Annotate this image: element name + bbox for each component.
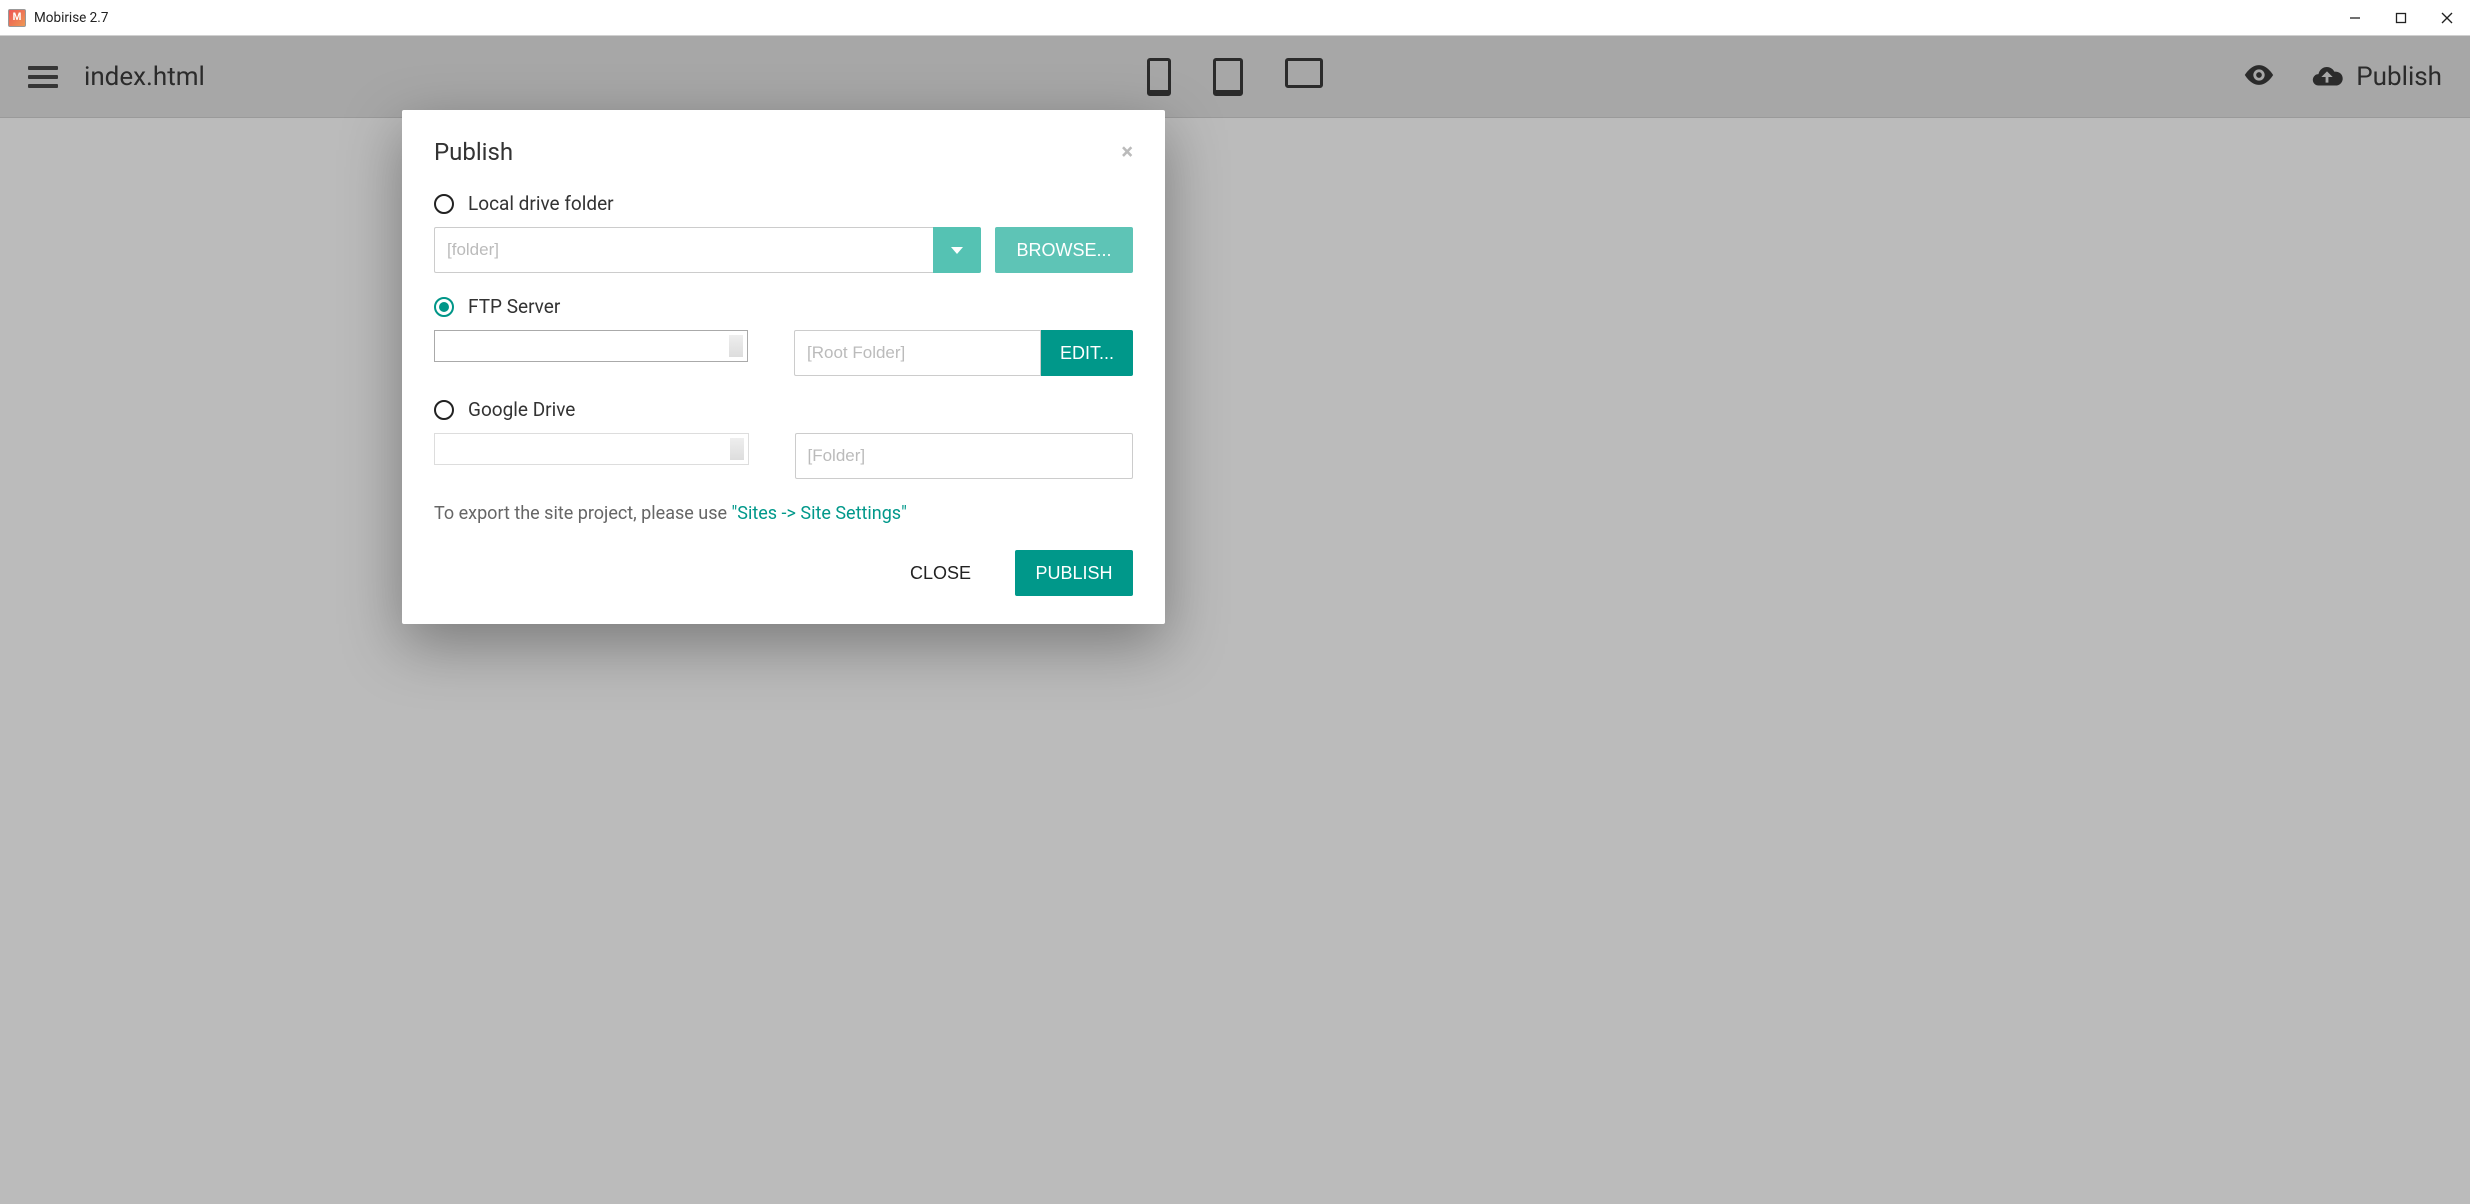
option-ftp-server[interactable]: FTP Server bbox=[434, 295, 1133, 318]
dialog-title: Publish bbox=[434, 138, 513, 166]
ftp-root-folder-input[interactable] bbox=[794, 330, 1041, 376]
dialog-close-action[interactable]: CLOSE bbox=[888, 550, 993, 596]
dialog-close-button[interactable]: × bbox=[1121, 140, 1133, 165]
browse-button[interactable]: BROWSE... bbox=[995, 227, 1133, 273]
window-titlebar: M Mobirise 2.7 bbox=[0, 0, 2470, 36]
option-label: Local drive folder bbox=[468, 192, 614, 215]
radio-google-drive[interactable] bbox=[434, 400, 454, 420]
local-folder-input[interactable] bbox=[434, 227, 933, 273]
option-label: FTP Server bbox=[468, 295, 560, 318]
site-settings-link[interactable]: "Sites -> Site Settings" bbox=[732, 503, 907, 524]
dialog-publish-action[interactable]: PUBLISH bbox=[1015, 550, 1133, 596]
radio-ftp-server[interactable] bbox=[434, 297, 454, 317]
app-body: index.html Publish M MO WE bbox=[0, 36, 2470, 1204]
window-close-button[interactable] bbox=[2424, 0, 2470, 36]
gdrive-account-select[interactable] bbox=[434, 433, 749, 465]
option-label: Google Drive bbox=[468, 398, 575, 421]
window-maximize-button[interactable] bbox=[2378, 0, 2424, 36]
app-icon: M bbox=[8, 9, 26, 27]
window-minimize-button[interactable] bbox=[2332, 0, 2378, 36]
ftp-profile-select[interactable] bbox=[434, 330, 748, 362]
radio-local-drive[interactable] bbox=[434, 194, 454, 214]
export-hint: To export the site project, please use "… bbox=[434, 503, 1133, 524]
window-controls bbox=[2332, 0, 2470, 36]
modal-backdrop bbox=[0, 36, 2470, 1204]
option-local-drive[interactable]: Local drive folder bbox=[434, 192, 1133, 215]
ftp-edit-button[interactable]: EDIT... bbox=[1041, 330, 1133, 376]
gdrive-folder-input[interactable] bbox=[795, 433, 1134, 479]
option-google-drive[interactable]: Google Drive bbox=[434, 398, 1133, 421]
window-title: Mobirise 2.7 bbox=[34, 10, 108, 26]
publish-dialog: Publish × Local drive folder BROWSE... F… bbox=[402, 110, 1165, 624]
local-folder-dropdown-button[interactable] bbox=[933, 227, 981, 273]
